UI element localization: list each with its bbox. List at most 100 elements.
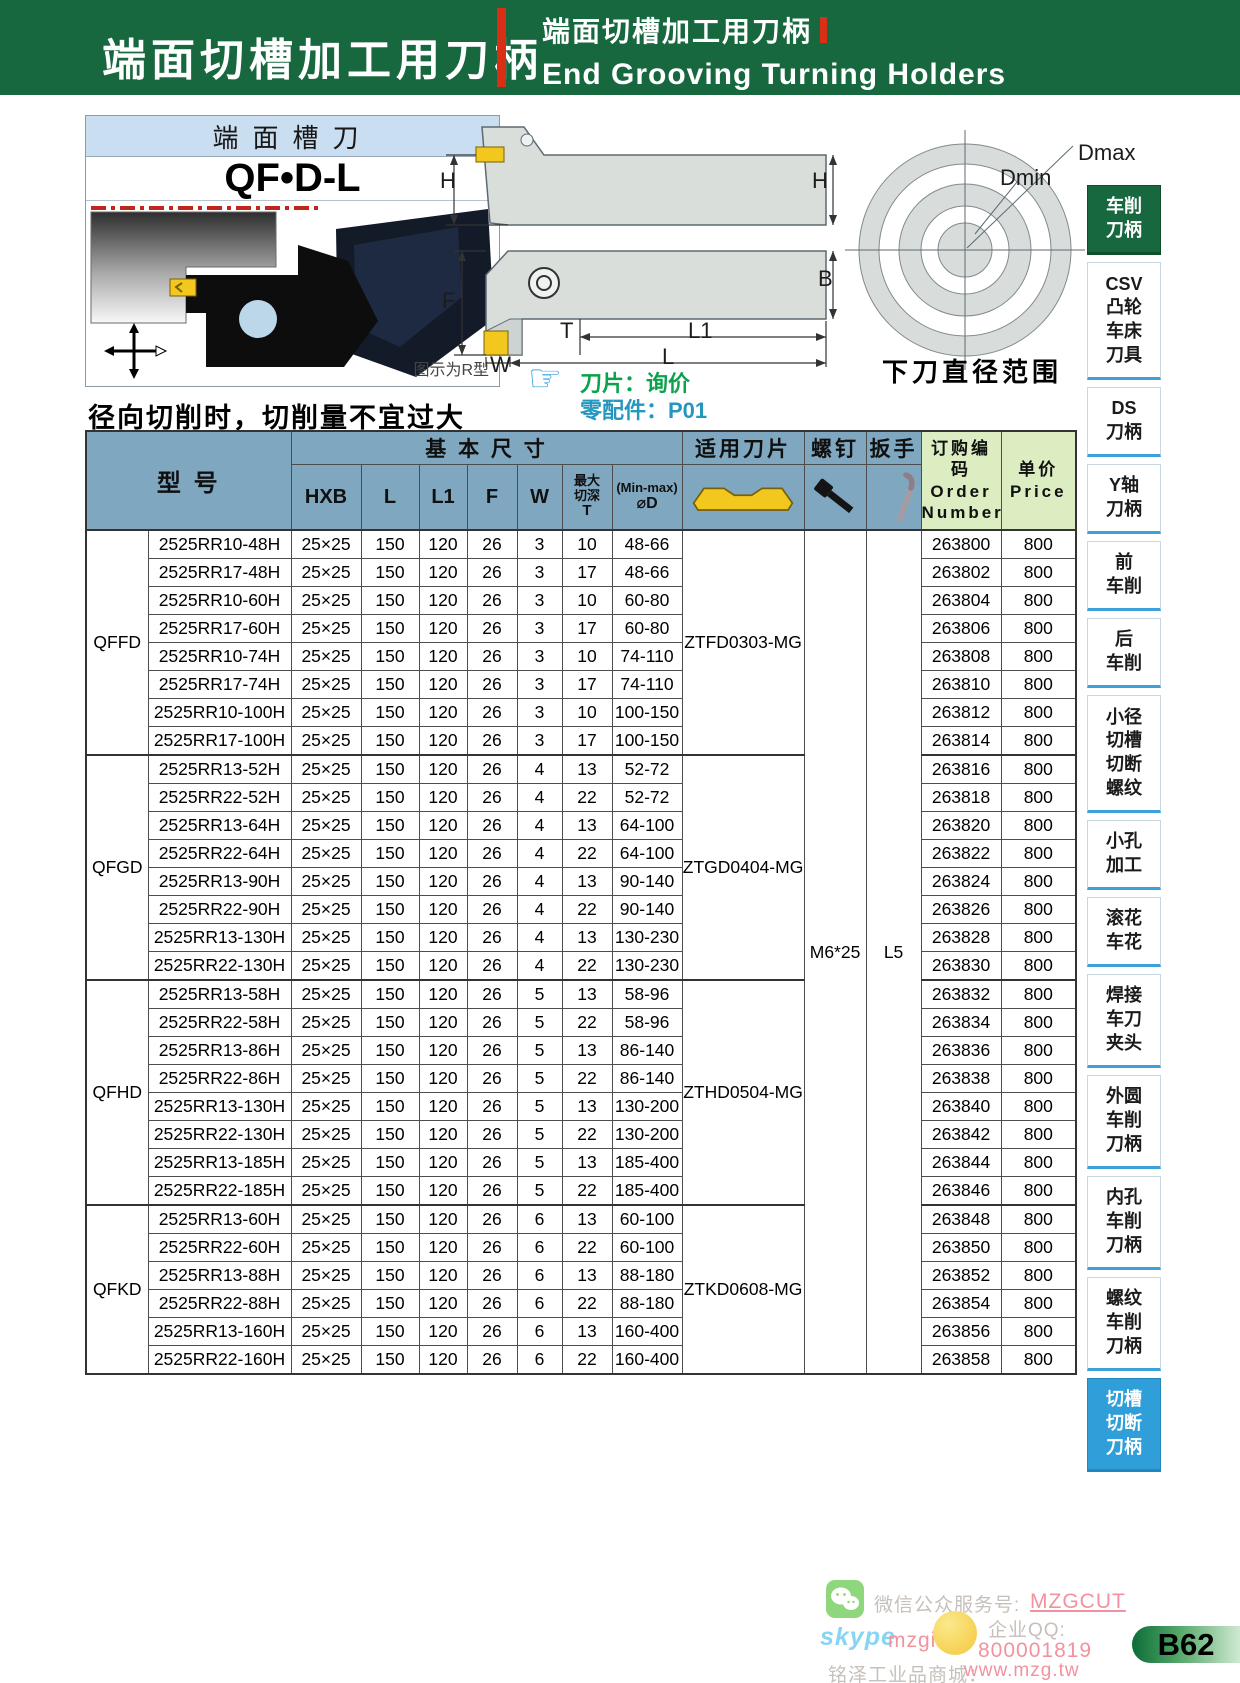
cell-l1: 120 xyxy=(419,1290,467,1318)
sidebar-item-DS刀柄[interactable]: DS 刀柄 xyxy=(1087,387,1161,457)
cell-d: 52-72 xyxy=(612,784,682,812)
cell-f: 26 xyxy=(467,1290,517,1318)
cell-l: 150 xyxy=(361,1093,419,1121)
table-row: 2525RR22-185H25×2515012026522185-4002638… xyxy=(86,1177,1076,1206)
table-row: QFFD2525RR10-48H25×251501202631048-66ZTF… xyxy=(86,530,1076,559)
cell-hxb: 25×25 xyxy=(291,896,361,924)
cell-f: 26 xyxy=(467,840,517,868)
cell-d: 58-96 xyxy=(612,1009,682,1037)
cell-f: 26 xyxy=(467,1037,517,1065)
cell-price: 800 xyxy=(1001,615,1076,643)
table-row: 2525RR22-64H25×251501202642264-100263822… xyxy=(86,840,1076,868)
cell-hxb: 25×25 xyxy=(291,559,361,587)
cell-f: 26 xyxy=(467,1318,517,1346)
cell-w: 3 xyxy=(517,727,562,756)
catalog-table-body: QFFD2525RR10-48H25×251501202631048-66ZTF… xyxy=(86,530,1076,1374)
cell-t: 10 xyxy=(562,587,612,615)
cell-l: 150 xyxy=(361,1234,419,1262)
group-label: QFKD xyxy=(86,1205,148,1374)
cell-order: 263842 xyxy=(921,1121,1001,1149)
cell-t: 22 xyxy=(562,1065,612,1093)
cell-w: 5 xyxy=(517,1149,562,1177)
sidebar-item-切槽切断刀柄[interactable]: 切槽 切断 刀柄 xyxy=(1087,1378,1161,1472)
col-header-w: W xyxy=(517,465,562,531)
cell-d: 88-180 xyxy=(612,1262,682,1290)
cell-l1: 120 xyxy=(419,840,467,868)
dim-label-l1: L1 xyxy=(688,318,712,344)
sidebar-item-后车削[interactable]: 后 车削 xyxy=(1087,618,1161,688)
cell-l: 150 xyxy=(361,530,419,559)
cell-order: 263848 xyxy=(921,1205,1001,1234)
cell-w: 4 xyxy=(517,812,562,840)
cell-order: 263828 xyxy=(921,924,1001,952)
cell-l1: 120 xyxy=(419,1009,467,1037)
insert-name: ZTHD0504-MG xyxy=(682,980,804,1205)
page-header: 端面切槽加工用刀柄 端面切槽加工用刀柄 End Grooving Turning… xyxy=(0,0,1240,95)
col-header-f: F xyxy=(467,465,517,531)
cell-f: 26 xyxy=(467,980,517,1009)
cell-price: 800 xyxy=(1001,530,1076,559)
sidebar-item-小径切槽切断螺纹[interactable]: 小径 切槽 切断 螺纹 xyxy=(1087,695,1161,813)
col-header-price: 单价 Price xyxy=(1001,431,1076,530)
cell-price: 800 xyxy=(1001,1290,1076,1318)
table-row: 2525RR13-88H25×251501202661388-180263852… xyxy=(86,1262,1076,1290)
cell-l1: 120 xyxy=(419,812,467,840)
col-header-hxb: HXB xyxy=(291,465,361,531)
wechat-icon xyxy=(826,1580,864,1618)
cell-order: 263810 xyxy=(921,671,1001,699)
cell-t: 22 xyxy=(562,1234,612,1262)
col-header-model: 型 号 xyxy=(86,431,291,530)
cell-l: 150 xyxy=(361,1149,419,1177)
sidebar-item-焊接车刀夹头[interactable]: 焊接 车刀 夹头 xyxy=(1087,974,1161,1068)
cell-f: 26 xyxy=(467,1177,517,1206)
cell-l: 150 xyxy=(361,924,419,952)
table-row: QFKD2525RR13-60H25×251501202661360-100ZT… xyxy=(86,1205,1076,1234)
cell-price: 800 xyxy=(1001,1205,1076,1234)
cell-l: 150 xyxy=(361,980,419,1009)
sidebar-item-螺纹车削刀柄[interactable]: 螺纹 车削 刀柄 xyxy=(1087,1277,1161,1371)
cell-l: 150 xyxy=(361,1318,419,1346)
cell-f: 26 xyxy=(467,1009,517,1037)
sidebar-item-滚花车花[interactable]: 滚花 车花 xyxy=(1087,897,1161,967)
cell-d: 64-100 xyxy=(612,840,682,868)
col-header-diameter: (Min-max) ⌀D xyxy=(612,465,682,531)
group-label: QFHD xyxy=(86,980,148,1205)
cell-l: 150 xyxy=(361,671,419,699)
sidebar-item-车削刀柄[interactable]: 车削 刀柄 xyxy=(1087,185,1161,255)
sidebar-item-内孔车削刀柄[interactable]: 内孔 车削 刀柄 xyxy=(1087,1176,1161,1270)
diameter-range-caption: 下刀直径范围 xyxy=(882,352,1062,389)
cell-f: 26 xyxy=(467,1065,517,1093)
cell-model: 2525RR10-100H xyxy=(148,699,291,727)
cell-w: 6 xyxy=(517,1234,562,1262)
table-row: 2525RR13-185H25×2515012026513185-4002638… xyxy=(86,1149,1076,1177)
cell-model: 2525RR13-64H xyxy=(148,812,291,840)
cell-price: 800 xyxy=(1001,812,1076,840)
cell-d: 60-80 xyxy=(612,587,682,615)
cell-model: 2525RR22-160H xyxy=(148,1346,291,1375)
mall-url[interactable]: www.mzg.tw xyxy=(964,1660,1080,1682)
sidebar-item-前车削[interactable]: 前 车削 xyxy=(1087,541,1161,611)
table-row: 2525RR10-100H25×2515012026310100-1502638… xyxy=(86,699,1076,727)
cell-model: 2525RR22-130H xyxy=(148,1121,291,1149)
cell-w: 4 xyxy=(517,924,562,952)
cell-w: 3 xyxy=(517,530,562,559)
cell-model: 2525RR13-130H xyxy=(148,924,291,952)
sidebar-item-小孔加工[interactable]: 小孔 加工 xyxy=(1087,820,1161,890)
cell-w: 4 xyxy=(517,755,562,784)
table-row: 2525RR22-52H25×251501202642252-722638188… xyxy=(86,784,1076,812)
sidebar-item-外圆车削刀柄[interactable]: 外圆 车削 刀柄 xyxy=(1087,1075,1161,1169)
cell-l: 150 xyxy=(361,1037,419,1065)
cell-hxb: 25×25 xyxy=(291,1149,361,1177)
sidebar-item-Y轴刀柄[interactable]: Y轴 刀柄 xyxy=(1087,464,1161,534)
cell-f: 26 xyxy=(467,699,517,727)
skype-logo: skype xyxy=(820,1623,896,1652)
cell-t: 22 xyxy=(562,1009,612,1037)
cell-w: 5 xyxy=(517,1037,562,1065)
cell-l1: 120 xyxy=(419,1234,467,1262)
sidebar-item-CSV凸轮车床刀具[interactable]: CSV 凸轮 车床 刀具 xyxy=(1087,262,1161,380)
cell-hxb: 25×25 xyxy=(291,1177,361,1206)
cell-l1: 120 xyxy=(419,1262,467,1290)
cell-l: 150 xyxy=(361,812,419,840)
grooving-insert-icon xyxy=(691,479,795,515)
cell-l1: 120 xyxy=(419,1065,467,1093)
